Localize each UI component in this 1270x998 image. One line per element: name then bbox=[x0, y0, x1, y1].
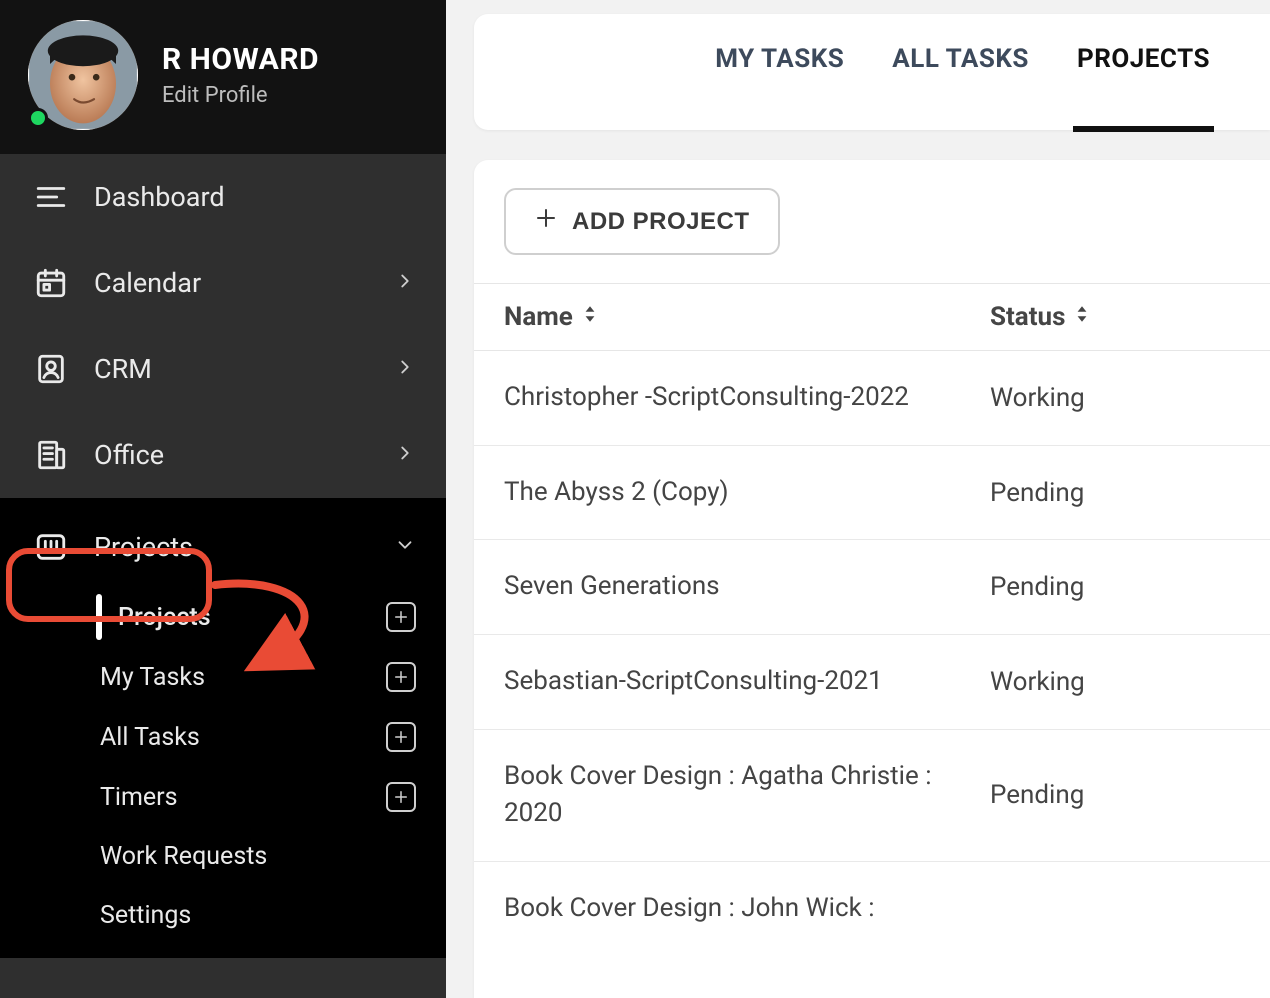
sort-icon bbox=[581, 302, 599, 332]
nav-projects-section: Projects Projects My Tasks All Tasks Tim… bbox=[0, 498, 446, 958]
cell-name: The Abyss 2 (Copy) bbox=[504, 474, 990, 512]
nav-label: Dashboard bbox=[94, 181, 416, 213]
profile-name: R HOWARD bbox=[162, 42, 319, 77]
cell-name: Christopher -ScriptConsulting-2022 bbox=[504, 379, 990, 417]
nav-projects[interactable]: Projects bbox=[0, 510, 446, 584]
nav-crm[interactable]: CRM bbox=[0, 326, 446, 412]
sub-work-requests[interactable]: Work Requests bbox=[100, 834, 446, 879]
sub-settings[interactable]: Settings bbox=[100, 893, 446, 938]
kanban-icon bbox=[34, 530, 68, 564]
cell-status: Pending bbox=[990, 758, 1240, 833]
sub-my-tasks[interactable]: My Tasks bbox=[100, 654, 446, 700]
projects-sublist: Projects My Tasks All Tasks Timers Work … bbox=[100, 594, 446, 938]
sub-label: Projects bbox=[100, 603, 374, 632]
sub-label: Timers bbox=[100, 783, 374, 812]
toolbar: ADD PROJECT bbox=[474, 160, 1270, 283]
tabs-bar: MY TASKS ALL TASKS PROJECTS bbox=[474, 14, 1270, 130]
avatar-wrap bbox=[28, 20, 138, 130]
col-header-status[interactable]: Status bbox=[990, 302, 1240, 332]
profile-section: R HOWARD Edit Profile bbox=[0, 0, 446, 154]
table-row[interactable]: Christopher -ScriptConsulting-2022 Worki… bbox=[474, 351, 1270, 446]
calendar-icon bbox=[34, 266, 68, 300]
cell-name: Book Cover Design : Agatha Christie : 20… bbox=[504, 758, 990, 833]
online-status-dot bbox=[28, 108, 48, 128]
chevron-down-icon bbox=[394, 531, 416, 563]
add-project-icon[interactable] bbox=[386, 602, 416, 632]
add-timer-icon[interactable] bbox=[386, 782, 416, 812]
nav-label: CRM bbox=[94, 353, 368, 385]
edit-profile-link[interactable]: Edit Profile bbox=[162, 83, 319, 108]
col-header-status-label: Status bbox=[990, 302, 1065, 332]
nav-label: Projects bbox=[94, 531, 368, 563]
nav-office[interactable]: Office bbox=[0, 412, 446, 498]
nav-dashboard[interactable]: Dashboard bbox=[0, 154, 446, 240]
sub-label: All Tasks bbox=[100, 723, 374, 752]
tab-my-tasks[interactable]: MY TASKS bbox=[715, 44, 844, 130]
tab-projects[interactable]: PROJECTS bbox=[1077, 44, 1210, 130]
cell-status: Working bbox=[990, 379, 1240, 417]
table-row[interactable]: Book Cover Design : Agatha Christie : 20… bbox=[474, 730, 1270, 862]
document-icon bbox=[34, 438, 68, 472]
plus-icon bbox=[534, 206, 558, 237]
add-task-icon[interactable] bbox=[386, 662, 416, 692]
sub-projects[interactable]: Projects bbox=[100, 594, 446, 640]
nav-label: Calendar bbox=[94, 267, 368, 299]
cell-status bbox=[990, 890, 1240, 928]
add-project-label: ADD PROJECT bbox=[572, 208, 750, 236]
main-content: MY TASKS ALL TASKS PROJECTS ADD PROJECT … bbox=[446, 0, 1270, 998]
sub-timers[interactable]: Timers bbox=[100, 774, 446, 820]
tab-all-tasks[interactable]: ALL TASKS bbox=[892, 44, 1029, 130]
cell-name: Book Cover Design : John Wick : bbox=[504, 890, 990, 928]
cell-status: Pending bbox=[990, 568, 1240, 606]
menu-icon bbox=[34, 180, 68, 214]
cell-status: Working bbox=[990, 663, 1240, 701]
sort-icon bbox=[1073, 302, 1091, 332]
table-rows: Christopher -ScriptConsulting-2022 Worki… bbox=[474, 351, 1270, 998]
cell-status: Pending bbox=[990, 474, 1240, 512]
chevron-right-icon bbox=[394, 353, 416, 385]
projects-panel: ADD PROJECT Name Status Christopher -Scr… bbox=[474, 160, 1270, 998]
nav-top: Dashboard Calendar CRM Office bbox=[0, 154, 446, 498]
col-header-name[interactable]: Name bbox=[504, 302, 990, 332]
col-header-name-label: Name bbox=[504, 302, 573, 332]
cell-name: Sebastian-ScriptConsulting-2021 bbox=[504, 663, 990, 701]
table-row[interactable]: Book Cover Design : John Wick : bbox=[474, 862, 1270, 956]
sidebar: R HOWARD Edit Profile Dashboard Calendar… bbox=[0, 0, 446, 998]
table-row[interactable]: The Abyss 2 (Copy) Pending bbox=[474, 446, 1270, 541]
nav-label: Office bbox=[94, 439, 368, 471]
table-header: Name Status bbox=[474, 283, 1270, 351]
sub-label: My Tasks bbox=[100, 663, 374, 692]
table-row[interactable]: Sebastian-ScriptConsulting-2021 Working bbox=[474, 635, 1270, 730]
sub-label: Settings bbox=[100, 901, 416, 930]
chevron-right-icon bbox=[394, 267, 416, 299]
add-project-button[interactable]: ADD PROJECT bbox=[504, 188, 780, 255]
chevron-right-icon bbox=[394, 439, 416, 471]
sub-label: Work Requests bbox=[100, 842, 416, 871]
nav-calendar[interactable]: Calendar bbox=[0, 240, 446, 326]
table-row[interactable]: Seven Generations Pending bbox=[474, 540, 1270, 635]
add-task-icon[interactable] bbox=[386, 722, 416, 752]
contact-icon bbox=[34, 352, 68, 386]
sub-all-tasks[interactable]: All Tasks bbox=[100, 714, 446, 760]
cell-name: Seven Generations bbox=[504, 568, 990, 606]
